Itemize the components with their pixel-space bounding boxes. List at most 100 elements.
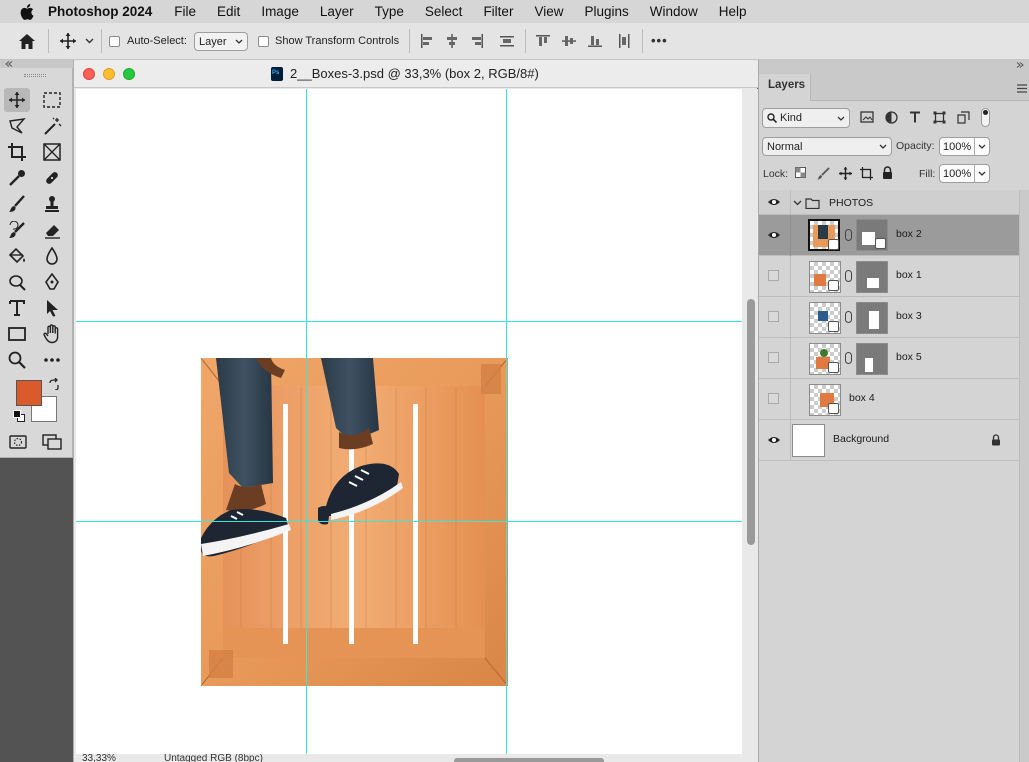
layer-row[interactable]: box 2 bbox=[759, 215, 1019, 256]
blend-mode-dropdown[interactable]: Normal bbox=[762, 137, 892, 156]
horizontal-scrollbar-thumb[interactable] bbox=[454, 758, 604, 762]
more-options-button[interactable]: ••• bbox=[651, 33, 668, 48]
rectangle-tool-icon[interactable] bbox=[4, 322, 30, 346]
menu-image[interactable]: Image bbox=[261, 4, 299, 19]
guide-vertical[interactable] bbox=[506, 89, 507, 754]
filter-adjustment-icon[interactable] bbox=[885, 111, 899, 124]
auto-select-dropdown[interactable]: Layer bbox=[194, 32, 248, 51]
layer-thumbnail[interactable] bbox=[809, 302, 841, 334]
lock-all-icon[interactable] bbox=[882, 166, 894, 180]
visibility-toggle[interactable] bbox=[768, 311, 779, 322]
blur-tool-icon[interactable] bbox=[39, 244, 65, 268]
more-tools-icon[interactable] bbox=[39, 348, 65, 372]
tab-layers[interactable]: Layers bbox=[759, 74, 811, 101]
healing-brush-icon[interactable] bbox=[39, 166, 65, 190]
frame-tool-icon[interactable] bbox=[39, 140, 65, 164]
chevron-down-icon[interactable] bbox=[793, 200, 802, 206]
guide-vertical[interactable] bbox=[306, 89, 307, 754]
align-left-icon[interactable] bbox=[419, 33, 435, 49]
dodge-tool-icon[interactable] bbox=[4, 270, 30, 294]
eye-icon[interactable] bbox=[767, 196, 781, 210]
layer-row[interactable]: box 1 bbox=[759, 256, 1019, 297]
menu-file[interactable]: File bbox=[174, 4, 196, 19]
align-bottom-icon[interactable] bbox=[587, 33, 603, 49]
layer-row[interactable]: box 4 bbox=[759, 379, 1019, 420]
menu-type[interactable]: Type bbox=[375, 4, 404, 19]
link-icon[interactable] bbox=[845, 229, 852, 241]
auto-select-checkbox[interactable] bbox=[109, 36, 120, 47]
align-top-icon[interactable] bbox=[535, 33, 551, 49]
filter-type-icon[interactable] bbox=[909, 111, 923, 124]
layer-filter-dropdown[interactable]: Kind bbox=[762, 108, 850, 128]
collapse-icon[interactable] bbox=[1016, 62, 1024, 68]
distribute-h-icon[interactable] bbox=[616, 33, 632, 49]
layer-mask-thumbnail[interactable] bbox=[856, 302, 888, 334]
lasso-tool-icon[interactable] bbox=[4, 114, 30, 138]
magic-wand-icon[interactable] bbox=[39, 114, 65, 138]
close-window-button[interactable] bbox=[83, 68, 95, 80]
menu-filter[interactable]: Filter bbox=[483, 4, 513, 19]
panel-menu-icon[interactable] bbox=[1017, 82, 1027, 93]
quick-mask-icon[interactable] bbox=[5, 430, 31, 454]
menu-view[interactable]: View bbox=[534, 4, 563, 19]
vertical-scrollbar[interactable] bbox=[744, 89, 758, 754]
menu-plugins[interactable]: Plugins bbox=[584, 4, 628, 19]
layer-mask-thumbnail[interactable] bbox=[856, 343, 888, 375]
filter-pixel-icon[interactable] bbox=[860, 111, 874, 124]
stamp-tool-icon[interactable] bbox=[39, 192, 65, 216]
filter-shape-icon[interactable] bbox=[933, 111, 947, 124]
history-brush-icon[interactable] bbox=[4, 218, 30, 242]
link-icon[interactable] bbox=[845, 311, 852, 323]
swap-colors-icon[interactable] bbox=[48, 377, 60, 391]
eraser-tool-icon[interactable] bbox=[39, 218, 65, 242]
minimize-window-button[interactable] bbox=[103, 68, 115, 80]
path-selection-icon[interactable] bbox=[39, 296, 65, 320]
visibility-toggle[interactable] bbox=[768, 393, 779, 404]
collapse-icon[interactable] bbox=[5, 61, 13, 67]
menu-edit[interactable]: Edit bbox=[217, 4, 240, 19]
screen-mode-icon[interactable] bbox=[39, 430, 65, 454]
layer-row-background[interactable]: Background bbox=[759, 420, 1019, 461]
move-tool-icon[interactable] bbox=[4, 88, 30, 112]
opacity-input[interactable]: 100% bbox=[939, 137, 990, 156]
layer-row[interactable]: box 5 bbox=[759, 338, 1019, 379]
layer-group-photos[interactable]: PHOTOS bbox=[759, 190, 1019, 215]
layer-thumbnail[interactable] bbox=[808, 219, 840, 251]
eye-icon[interactable] bbox=[767, 433, 781, 447]
scrollbar-thumb[interactable] bbox=[747, 299, 755, 545]
default-colors-icon[interactable] bbox=[13, 410, 26, 423]
maximize-window-button[interactable] bbox=[123, 68, 135, 80]
visibility-toggle[interactable] bbox=[768, 352, 779, 363]
layer-thumbnail[interactable] bbox=[792, 424, 825, 457]
filter-smart-object-icon[interactable] bbox=[957, 111, 971, 124]
show-transform-checkbox[interactable] bbox=[258, 36, 269, 47]
link-icon[interactable] bbox=[845, 352, 852, 364]
menu-window[interactable]: Window bbox=[650, 4, 698, 19]
pen-tool-icon[interactable] bbox=[39, 270, 65, 294]
lock-transparency-icon[interactable] bbox=[795, 167, 807, 179]
guide-horizontal[interactable] bbox=[76, 321, 742, 322]
align-right-icon[interactable] bbox=[469, 33, 485, 49]
align-center-h-icon[interactable] bbox=[444, 33, 460, 49]
hand-tool-icon[interactable] bbox=[39, 322, 65, 346]
menu-select[interactable]: Select bbox=[425, 4, 463, 19]
layer-thumbnail[interactable] bbox=[809, 343, 841, 375]
link-icon[interactable] bbox=[845, 270, 852, 282]
layer-thumbnail[interactable] bbox=[809, 384, 841, 416]
layer-thumbnail[interactable] bbox=[809, 261, 841, 293]
eyedropper-icon[interactable] bbox=[4, 166, 30, 190]
home-icon[interactable] bbox=[17, 32, 37, 50]
marquee-tool-icon[interactable] bbox=[39, 88, 65, 112]
layer-mask-thumbnail[interactable] bbox=[856, 261, 888, 293]
layer-row[interactable]: box 3 bbox=[759, 297, 1019, 338]
distribute-icon[interactable] bbox=[499, 33, 515, 49]
crate-image[interactable] bbox=[200, 357, 509, 687]
app-name[interactable]: Photoshop 2024 bbox=[48, 4, 152, 19]
foreground-color-swatch[interactable] bbox=[16, 380, 42, 406]
paint-bucket-icon[interactable] bbox=[4, 244, 30, 268]
menu-layer[interactable]: Layer bbox=[320, 4, 354, 19]
brush-tool-icon[interactable] bbox=[4, 192, 30, 216]
crop-tool-icon[interactable] bbox=[4, 140, 30, 164]
lock-artboard-icon[interactable] bbox=[860, 167, 873, 180]
grip-handle[interactable] bbox=[24, 74, 46, 77]
